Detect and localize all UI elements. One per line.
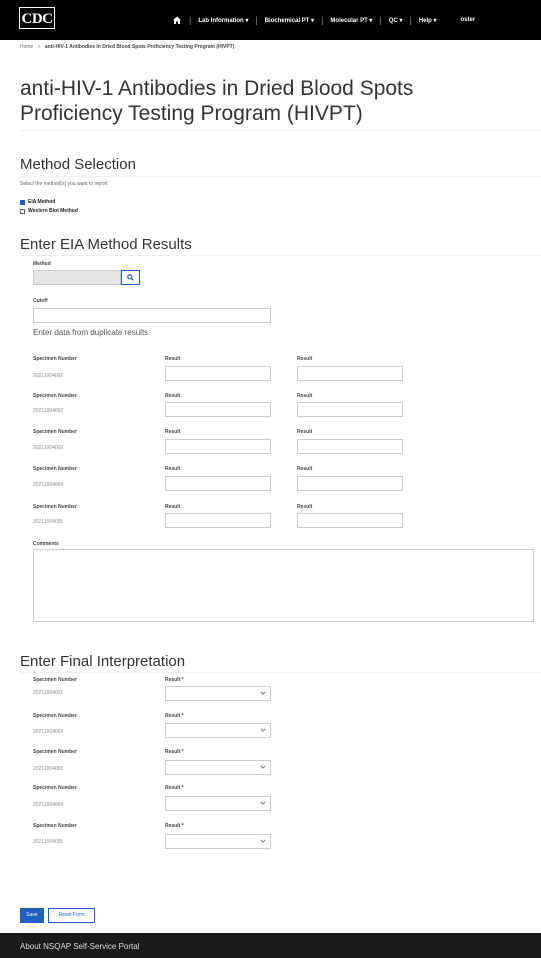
result-input-1[interactable] bbox=[165, 513, 271, 528]
specimen-number: 20211004002 bbox=[33, 729, 64, 735]
page-title: anti-HIV-1 Antibodies in Dried Blood Spo… bbox=[20, 77, 414, 125]
chevron-down-icon bbox=[260, 728, 266, 732]
result-input-1[interactable] bbox=[165, 439, 271, 454]
nav-qc[interactable]: QC ▾ bbox=[389, 17, 403, 24]
result-input-2[interactable] bbox=[297, 402, 403, 417]
result-required-label: Result * bbox=[165, 785, 184, 791]
method-instruction: Select the method(s) you want to report bbox=[20, 181, 108, 187]
top-navbar: CDC | Lab Information ▾ | Biochemical PT… bbox=[0, 0, 541, 40]
eia-method-checkbox[interactable]: EIA Method bbox=[20, 199, 55, 205]
result-required-label: Result * bbox=[165, 677, 184, 683]
result-required-label: Result * bbox=[165, 713, 184, 719]
main-nav: | Lab Information ▾ | Biochemical PT ▾ |… bbox=[172, 0, 541, 40]
divider bbox=[20, 255, 541, 256]
cutoff-input[interactable] bbox=[33, 308, 271, 323]
result-input-2[interactable] bbox=[297, 439, 403, 454]
western-blot-method-label: Western Blot Method bbox=[28, 208, 78, 214]
result-label: Result bbox=[297, 429, 313, 435]
result-input-2[interactable] bbox=[297, 513, 403, 528]
breadcrumb-home[interactable]: Home bbox=[20, 44, 33, 50]
divider bbox=[20, 672, 541, 673]
final-result-select[interactable] bbox=[165, 760, 271, 775]
eia-results-title: Enter EIA Method Results bbox=[20, 236, 192, 253]
western-blot-method-checkbox[interactable]: Western Blot Method bbox=[20, 208, 78, 214]
result-required-label: Result * bbox=[165, 749, 184, 755]
result-input-1[interactable] bbox=[165, 366, 271, 381]
specimen-number: 20211004005 bbox=[33, 839, 64, 845]
specimen-number: 20211004004 bbox=[33, 802, 64, 808]
specimen-number-label: Specimen Number bbox=[33, 356, 77, 362]
nav-user[interactable]: oster bbox=[461, 17, 476, 23]
specimen-number-label: Specimen Number bbox=[33, 749, 77, 755]
search-icon bbox=[127, 274, 134, 281]
specimen-number-label: Specimen Number bbox=[33, 713, 77, 719]
result-label: Result bbox=[165, 504, 181, 510]
result-input-2[interactable] bbox=[297, 366, 403, 381]
final-result-select[interactable] bbox=[165, 723, 271, 738]
checkbox-unchecked[interactable] bbox=[20, 208, 25, 214]
specimen-number: 20211004004 bbox=[33, 482, 64, 488]
save-button[interactable]: Save bbox=[20, 908, 44, 923]
final-interpretation-title: Enter Final Interpretation bbox=[20, 653, 186, 670]
specimen-number-label: Specimen Number bbox=[33, 677, 77, 683]
method-input[interactable] bbox=[33, 270, 121, 285]
specimen-number-label: Specimen Number bbox=[33, 785, 77, 791]
result-label: Result bbox=[165, 466, 181, 472]
specimen-number: 20211004001 bbox=[33, 690, 64, 696]
method-search-button[interactable] bbox=[121, 270, 140, 285]
specimen-number: 20211004003 bbox=[33, 766, 64, 772]
chevron-down-icon bbox=[260, 839, 266, 843]
result-label: Result bbox=[297, 466, 313, 472]
chevron-down-icon bbox=[260, 765, 266, 769]
reset-form-button[interactable]: Reset Form bbox=[48, 908, 95, 923]
footer: About NSQAP Self-Service Portal bbox=[0, 933, 541, 958]
checkbox-checked[interactable] bbox=[20, 199, 25, 205]
nav-lab-information[interactable]: Lab Information ▾ bbox=[198, 17, 248, 24]
final-result-select[interactable] bbox=[165, 686, 271, 701]
result-input-2[interactable] bbox=[297, 476, 403, 491]
specimen-number: 20211004001 bbox=[33, 373, 64, 379]
result-label: Result bbox=[297, 356, 313, 362]
chevron-down-icon bbox=[260, 801, 266, 805]
nav-help[interactable]: Help ▾ bbox=[419, 17, 437, 24]
result-label: Result bbox=[165, 429, 181, 435]
specimen-number-label: Specimen Number bbox=[33, 466, 77, 472]
breadcrumb-current: anti-HIV-1 Antibodies in Dried Blood Spo… bbox=[44, 44, 235, 50]
nav-biochemical-pt[interactable]: Biochemical PT ▾ bbox=[265, 17, 314, 24]
specimen-number-label: Specimen Number bbox=[33, 823, 77, 829]
breadcrumb-separator: » bbox=[37, 44, 41, 50]
divider bbox=[20, 176, 541, 177]
footer-about-link[interactable]: About NSQAP Self-Service Portal bbox=[20, 942, 139, 951]
comments-textarea[interactable] bbox=[33, 549, 534, 622]
specimen-number: 20211004002 bbox=[33, 408, 64, 414]
method-selection-title: Method Selection bbox=[20, 156, 136, 173]
specimen-number-label: Specimen Number bbox=[33, 393, 77, 399]
final-result-select[interactable] bbox=[165, 834, 271, 849]
result-label: Result bbox=[297, 504, 313, 510]
method-label: Method bbox=[33, 261, 51, 267]
result-input-1[interactable] bbox=[165, 402, 271, 417]
duplicate-results-note: Enter data from duplicate results bbox=[33, 328, 149, 337]
result-input-1[interactable] bbox=[165, 476, 271, 491]
specimen-number-label: Specimen Number bbox=[33, 504, 77, 510]
result-label: Result bbox=[297, 393, 313, 399]
cdc-logo[interactable]: CDC bbox=[19, 7, 55, 29]
result-required-label: Result * bbox=[165, 823, 184, 829]
specimen-number: 20211004005 bbox=[33, 519, 64, 525]
chevron-down-icon bbox=[260, 691, 266, 695]
result-label: Result bbox=[165, 356, 181, 362]
breadcrumb: Home » anti-HIV-1 Antibodies in Dried Bl… bbox=[20, 44, 234, 50]
cutoff-label: Cutoff bbox=[33, 298, 48, 304]
final-result-select[interactable] bbox=[165, 796, 271, 811]
specimen-number-label: Specimen Number bbox=[33, 429, 77, 435]
nav-molecular-pt[interactable]: Molecular PT ▾ bbox=[330, 17, 372, 24]
comments-label: Comments bbox=[33, 541, 59, 547]
result-label: Result bbox=[165, 393, 181, 399]
eia-method-label: EIA Method bbox=[28, 199, 56, 205]
specimen-number: 20211004003 bbox=[33, 445, 64, 451]
home-icon[interactable] bbox=[172, 15, 182, 25]
divider bbox=[20, 130, 541, 131]
